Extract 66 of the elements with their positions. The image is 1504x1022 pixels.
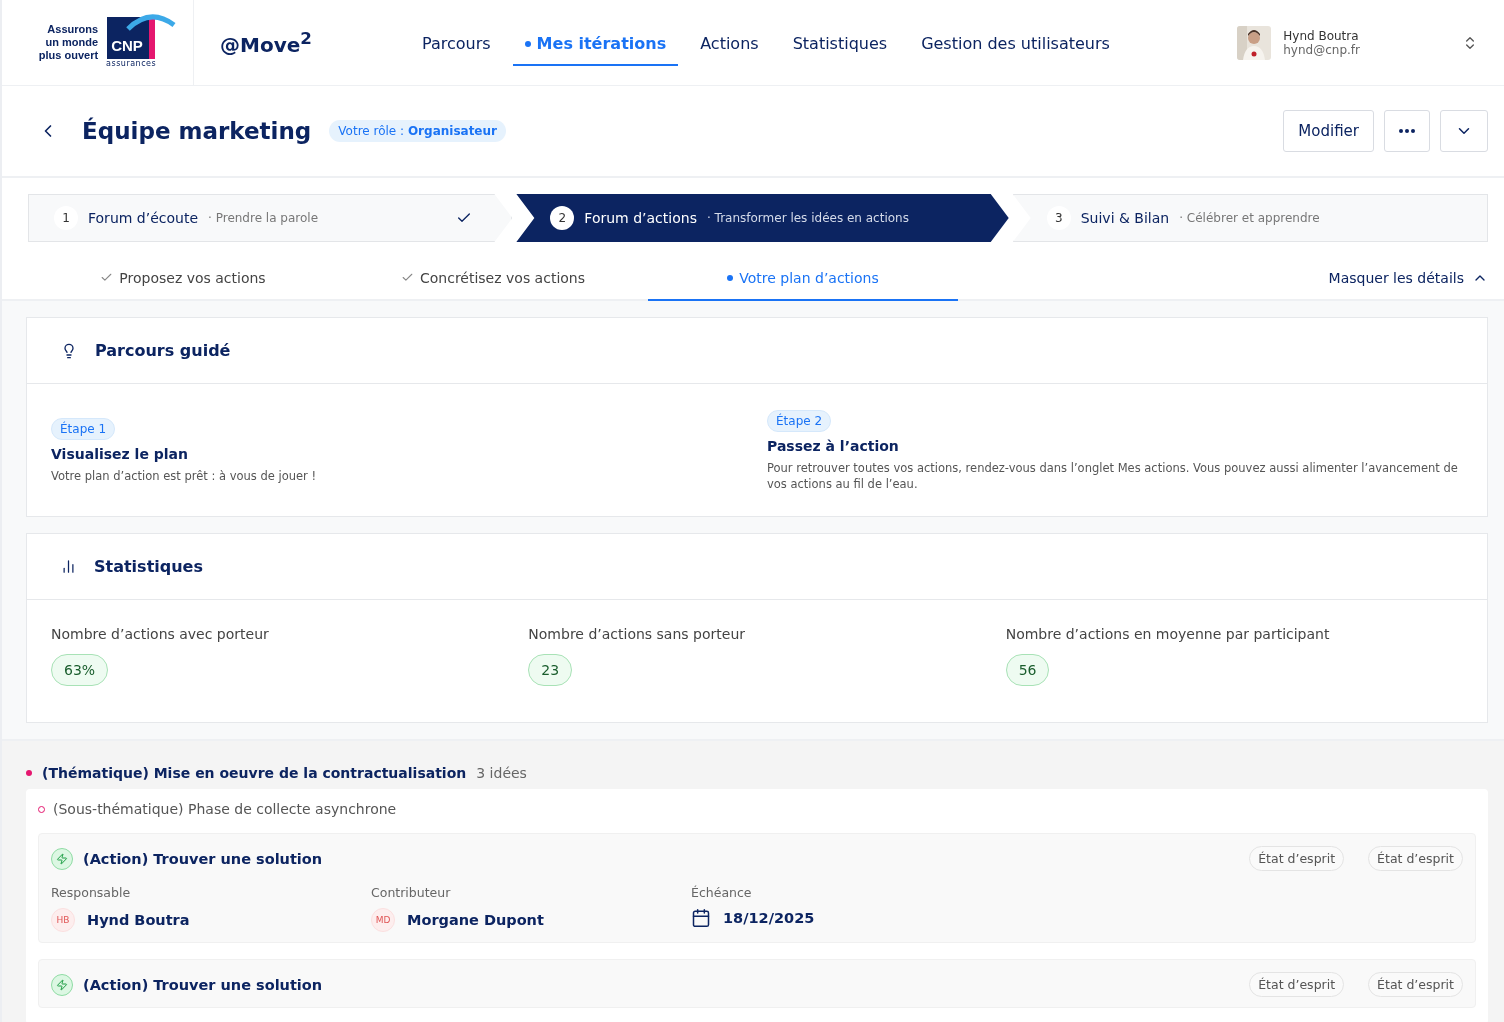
step-heading: Visualisez le plan (51, 446, 188, 462)
check-icon (100, 271, 114, 284)
initials-avatar: MD (371, 908, 395, 932)
tag: État d’esprit (1368, 972, 1463, 997)
step-text: Votre plan d’action est prêt : à vous de jouer ! (51, 468, 317, 484)
page-title: Équipe marketing (82, 118, 312, 144)
stat-value: 63% (51, 654, 109, 686)
calendar-icon (691, 908, 711, 928)
step-badge: Étape 1 (51, 418, 116, 440)
step-number: 2 (550, 206, 575, 230)
action-title: (Action) Trouver une solution (83, 850, 323, 867)
stepper-step[interactable]: 3 Suivi & Bilan · Célébrer et apprendre (1012, 194, 1488, 242)
nav-tab[interactable]: Actions (688, 0, 771, 66)
sub-tab[interactable]: Concrétisez vos actions (338, 242, 648, 301)
bar-chart-icon (61, 559, 76, 574)
step-subtitle: · Célébrer et apprendre (1179, 211, 1320, 225)
user-name: Hynd Boutra (1283, 28, 1360, 43)
lightbulb-icon (61, 342, 77, 359)
person-name: Hynd Boutra (87, 912, 190, 928)
theme-title: (Thématique) Mise en oeuvre de la contractualisation (42, 765, 467, 781)
step-title: Forum d’écoute (88, 210, 199, 226)
step-badge: Étape 2 (767, 410, 832, 432)
lightning-icon (51, 847, 73, 870)
due-date: 18/12/2025 (723, 910, 815, 926)
stat-label: Nombre d’actions sans porteur (528, 626, 745, 642)
stat-label: Nombre d’actions avec porteur (51, 626, 269, 642)
stepper-step[interactable]: 1 Forum d’écoute · Prendre la parole (28, 194, 513, 242)
sub-tab[interactable]: Proposez vos actions (28, 242, 338, 301)
step-heading: Passez à l’action (767, 438, 899, 454)
step-number: 3 (1046, 206, 1071, 230)
stat-value: 56 (1005, 654, 1050, 686)
stepper-step[interactable]: 2 Forum d’actions · Transformer les idées en actions (516, 194, 1009, 242)
stat-value: 23 (528, 654, 573, 686)
stat-label: Nombre d’actions en moyenne par participant (1005, 626, 1330, 642)
subtheme-title: (Sous-thématique) Phase de collecte asynchrone (53, 801, 397, 817)
card-title: Statistiques (94, 557, 203, 576)
field-label: Échéance (691, 885, 753, 900)
more-icon (1399, 129, 1415, 133)
nav-tab[interactable]: Statistiques (780, 0, 900, 66)
check-icon (400, 271, 414, 284)
nav-tab[interactable]: Parcours (410, 0, 503, 66)
field-label: Responsable (51, 885, 132, 900)
initials-avatar: HB (51, 908, 75, 932)
field-label: Contributeur (371, 885, 452, 900)
step-title: Suivi & Bilan (1080, 210, 1170, 226)
step-title: Forum d’actions (584, 210, 697, 226)
person-name: Morgane Dupont (407, 912, 544, 928)
step-text: Pour retrouver toutes vos actions, rendez-vous dans l’onglet Mes actions. Vous pouvez aussi alimenter l’avancement de vos actions au fil de l’eau. (767, 460, 1459, 492)
logo[interactable]: Assurons un monde plus ouvert CNP assurances (2, 0, 194, 86)
step-subtitle: · Prendre la parole (208, 211, 319, 225)
idea-count: 3 idées (476, 765, 527, 781)
step-number: 1 (54, 206, 78, 230)
edit-button[interactable]: Modifier (1283, 110, 1374, 152)
lightning-icon (51, 973, 73, 996)
card-title: Parcours guidé (95, 341, 231, 360)
step-subtitle: · Transformer les idées en actions (706, 211, 909, 225)
user-email: hynd@cnp.fr (1283, 42, 1360, 57)
role-badge: Votre rôle : Organisateur (329, 120, 506, 142)
app-name: @Move$^{2}$ (220, 28, 313, 57)
tag: État d’esprit (1249, 846, 1345, 871)
tag: État d’esprit (1368, 846, 1463, 871)
tag: État d’esprit (1249, 972, 1345, 997)
action-title: (Action) Trouver une solution (83, 976, 323, 993)
nav-tab[interactable]: Mes itérations (512, 0, 679, 66)
details-toggle[interactable]: Masquer les détails (1328, 242, 1488, 299)
nav-tab[interactable]: Gestion des utilisateurs (909, 0, 1122, 66)
